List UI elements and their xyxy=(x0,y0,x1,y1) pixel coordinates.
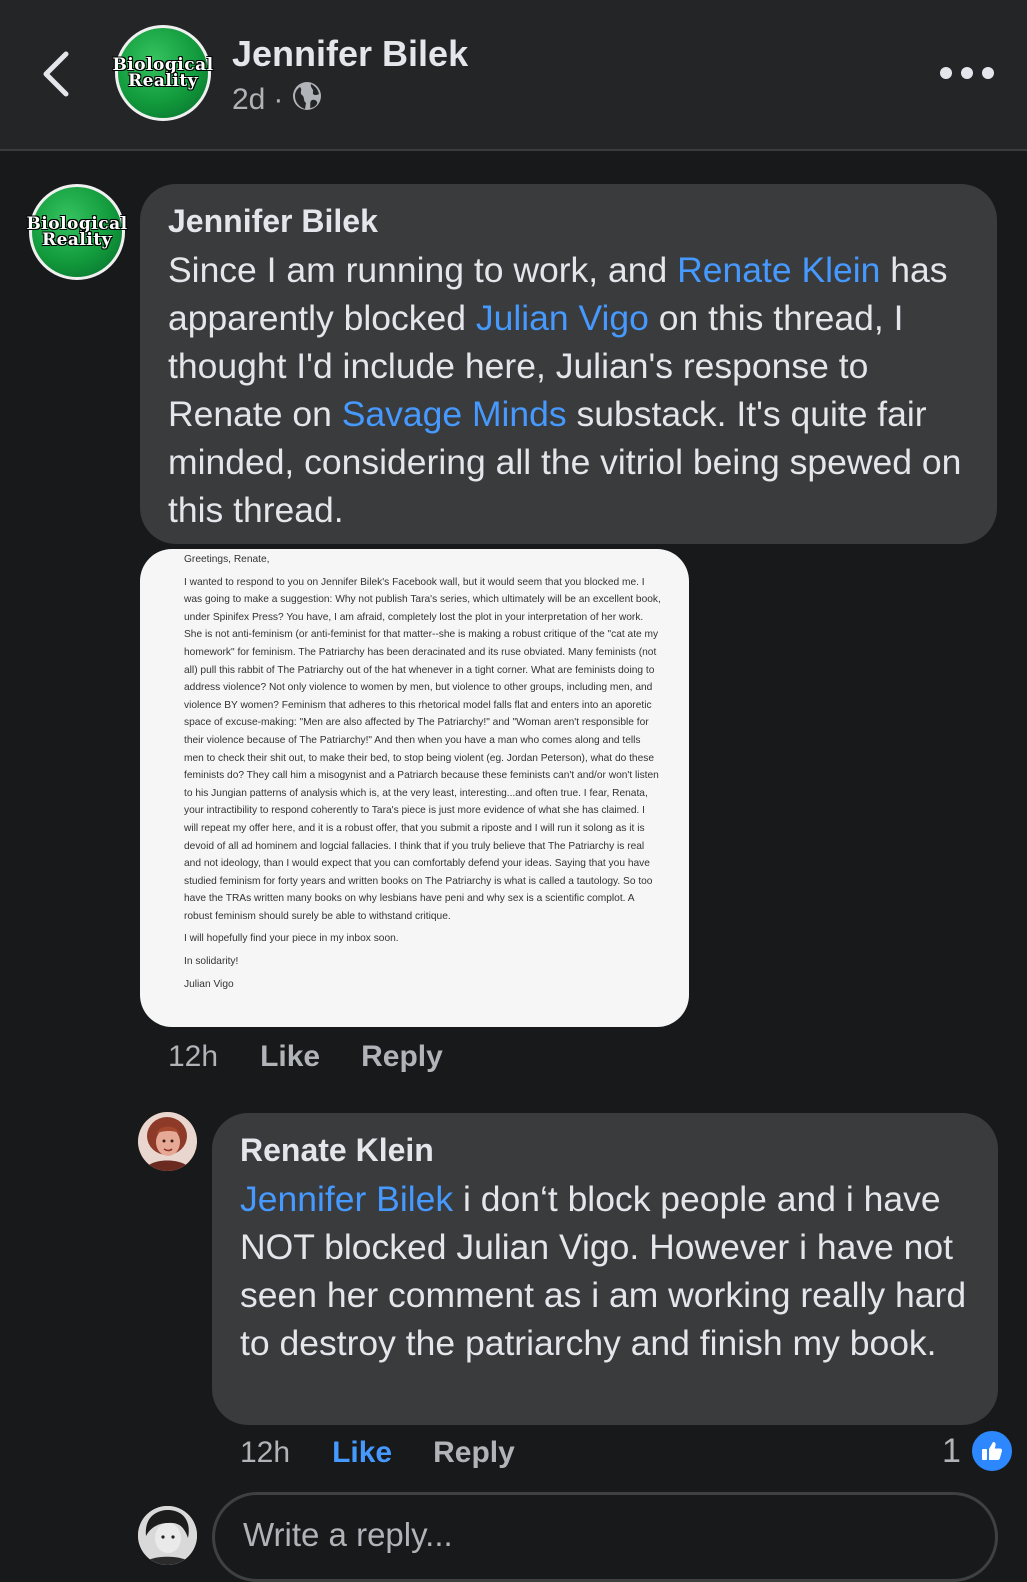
letter-signature: Julian Vigo xyxy=(184,978,234,990)
post-header: Biological Reality Jennifer Bilek 2d · xyxy=(0,0,1027,151)
reply-actions: 12h Like Reply xyxy=(240,1436,515,1470)
mention-link-julian-vigo[interactable]: Julian Vigo xyxy=(476,298,649,338)
comment-image-attachment[interactable]: Greetings, Renate, I wanted to respond t… xyxy=(140,549,689,1027)
comment-actions: 12h Like Reply xyxy=(168,1040,443,1074)
reaction-summary[interactable]: 1 xyxy=(942,1428,1015,1474)
more-options-icon[interactable] xyxy=(940,60,1000,86)
like-button-active[interactable]: Like xyxy=(332,1436,392,1470)
reply-input[interactable] xyxy=(241,1515,945,1555)
comment-time[interactable]: 12h xyxy=(168,1040,218,1074)
comment-text: Since I am running to work, and Renate K… xyxy=(168,246,969,534)
reply-time[interactable]: 12h xyxy=(240,1436,290,1470)
current-user-avatar xyxy=(138,1506,197,1565)
post-time[interactable]: 2d xyxy=(232,83,265,117)
mention-link-savage-minds[interactable]: Savage Minds xyxy=(342,394,567,434)
reply-bubble: Renate Klein Jennifer Bilek i don‘t bloc… xyxy=(212,1113,998,1425)
letter-body: I wanted to respond to you on Jennifer B… xyxy=(184,576,661,922)
letter-signoff: In solidarity! xyxy=(184,956,239,968)
reply-author[interactable]: Renate Klein xyxy=(240,1133,970,1167)
letter-closing: I will hopefully find your piece in my i… xyxy=(184,933,399,945)
reaction-count: 1 xyxy=(942,1431,961,1470)
comment-text-segment: Since I am running to work, and xyxy=(168,250,678,290)
letter-greeting: Greetings, Renate, xyxy=(184,554,270,565)
mention-link-jennifer-bilek[interactable]: Jennifer Bilek xyxy=(240,1179,453,1219)
reply-button[interactable]: Reply xyxy=(361,1040,443,1074)
page-name[interactable]: Jennifer Bilek xyxy=(232,33,468,75)
like-button[interactable]: Like xyxy=(260,1040,320,1074)
page-avatar[interactable]: Biological Reality xyxy=(112,25,213,121)
reply-avatar[interactable] xyxy=(138,1112,197,1171)
comment-author[interactable]: Jennifer Bilek xyxy=(168,204,969,238)
reply-composer[interactable] xyxy=(212,1492,998,1582)
globe-icon xyxy=(291,80,323,120)
mention-link-renate-klein[interactable]: Renate Klein xyxy=(677,250,880,290)
thumbs-up-icon xyxy=(968,1428,1015,1474)
avatar-logo-text: Biological Reality xyxy=(112,56,213,91)
comment-bubble: Jennifer Bilek Since I am running to wor… xyxy=(140,184,997,544)
logo-line2: Reality xyxy=(127,71,199,91)
back-arrow-icon[interactable] xyxy=(38,48,78,100)
reply-text: Jennifer Bilek i don‘t block people and … xyxy=(240,1175,970,1367)
avatar-logo-text: Biological Reality xyxy=(26,215,127,250)
reply-button[interactable]: Reply xyxy=(433,1436,515,1470)
meta-separator: · xyxy=(273,83,284,116)
logo-line2: Reality xyxy=(41,230,113,250)
comment-avatar-biological-reality[interactable]: Biological Reality xyxy=(26,184,127,280)
post-meta: 2d · xyxy=(232,80,323,120)
